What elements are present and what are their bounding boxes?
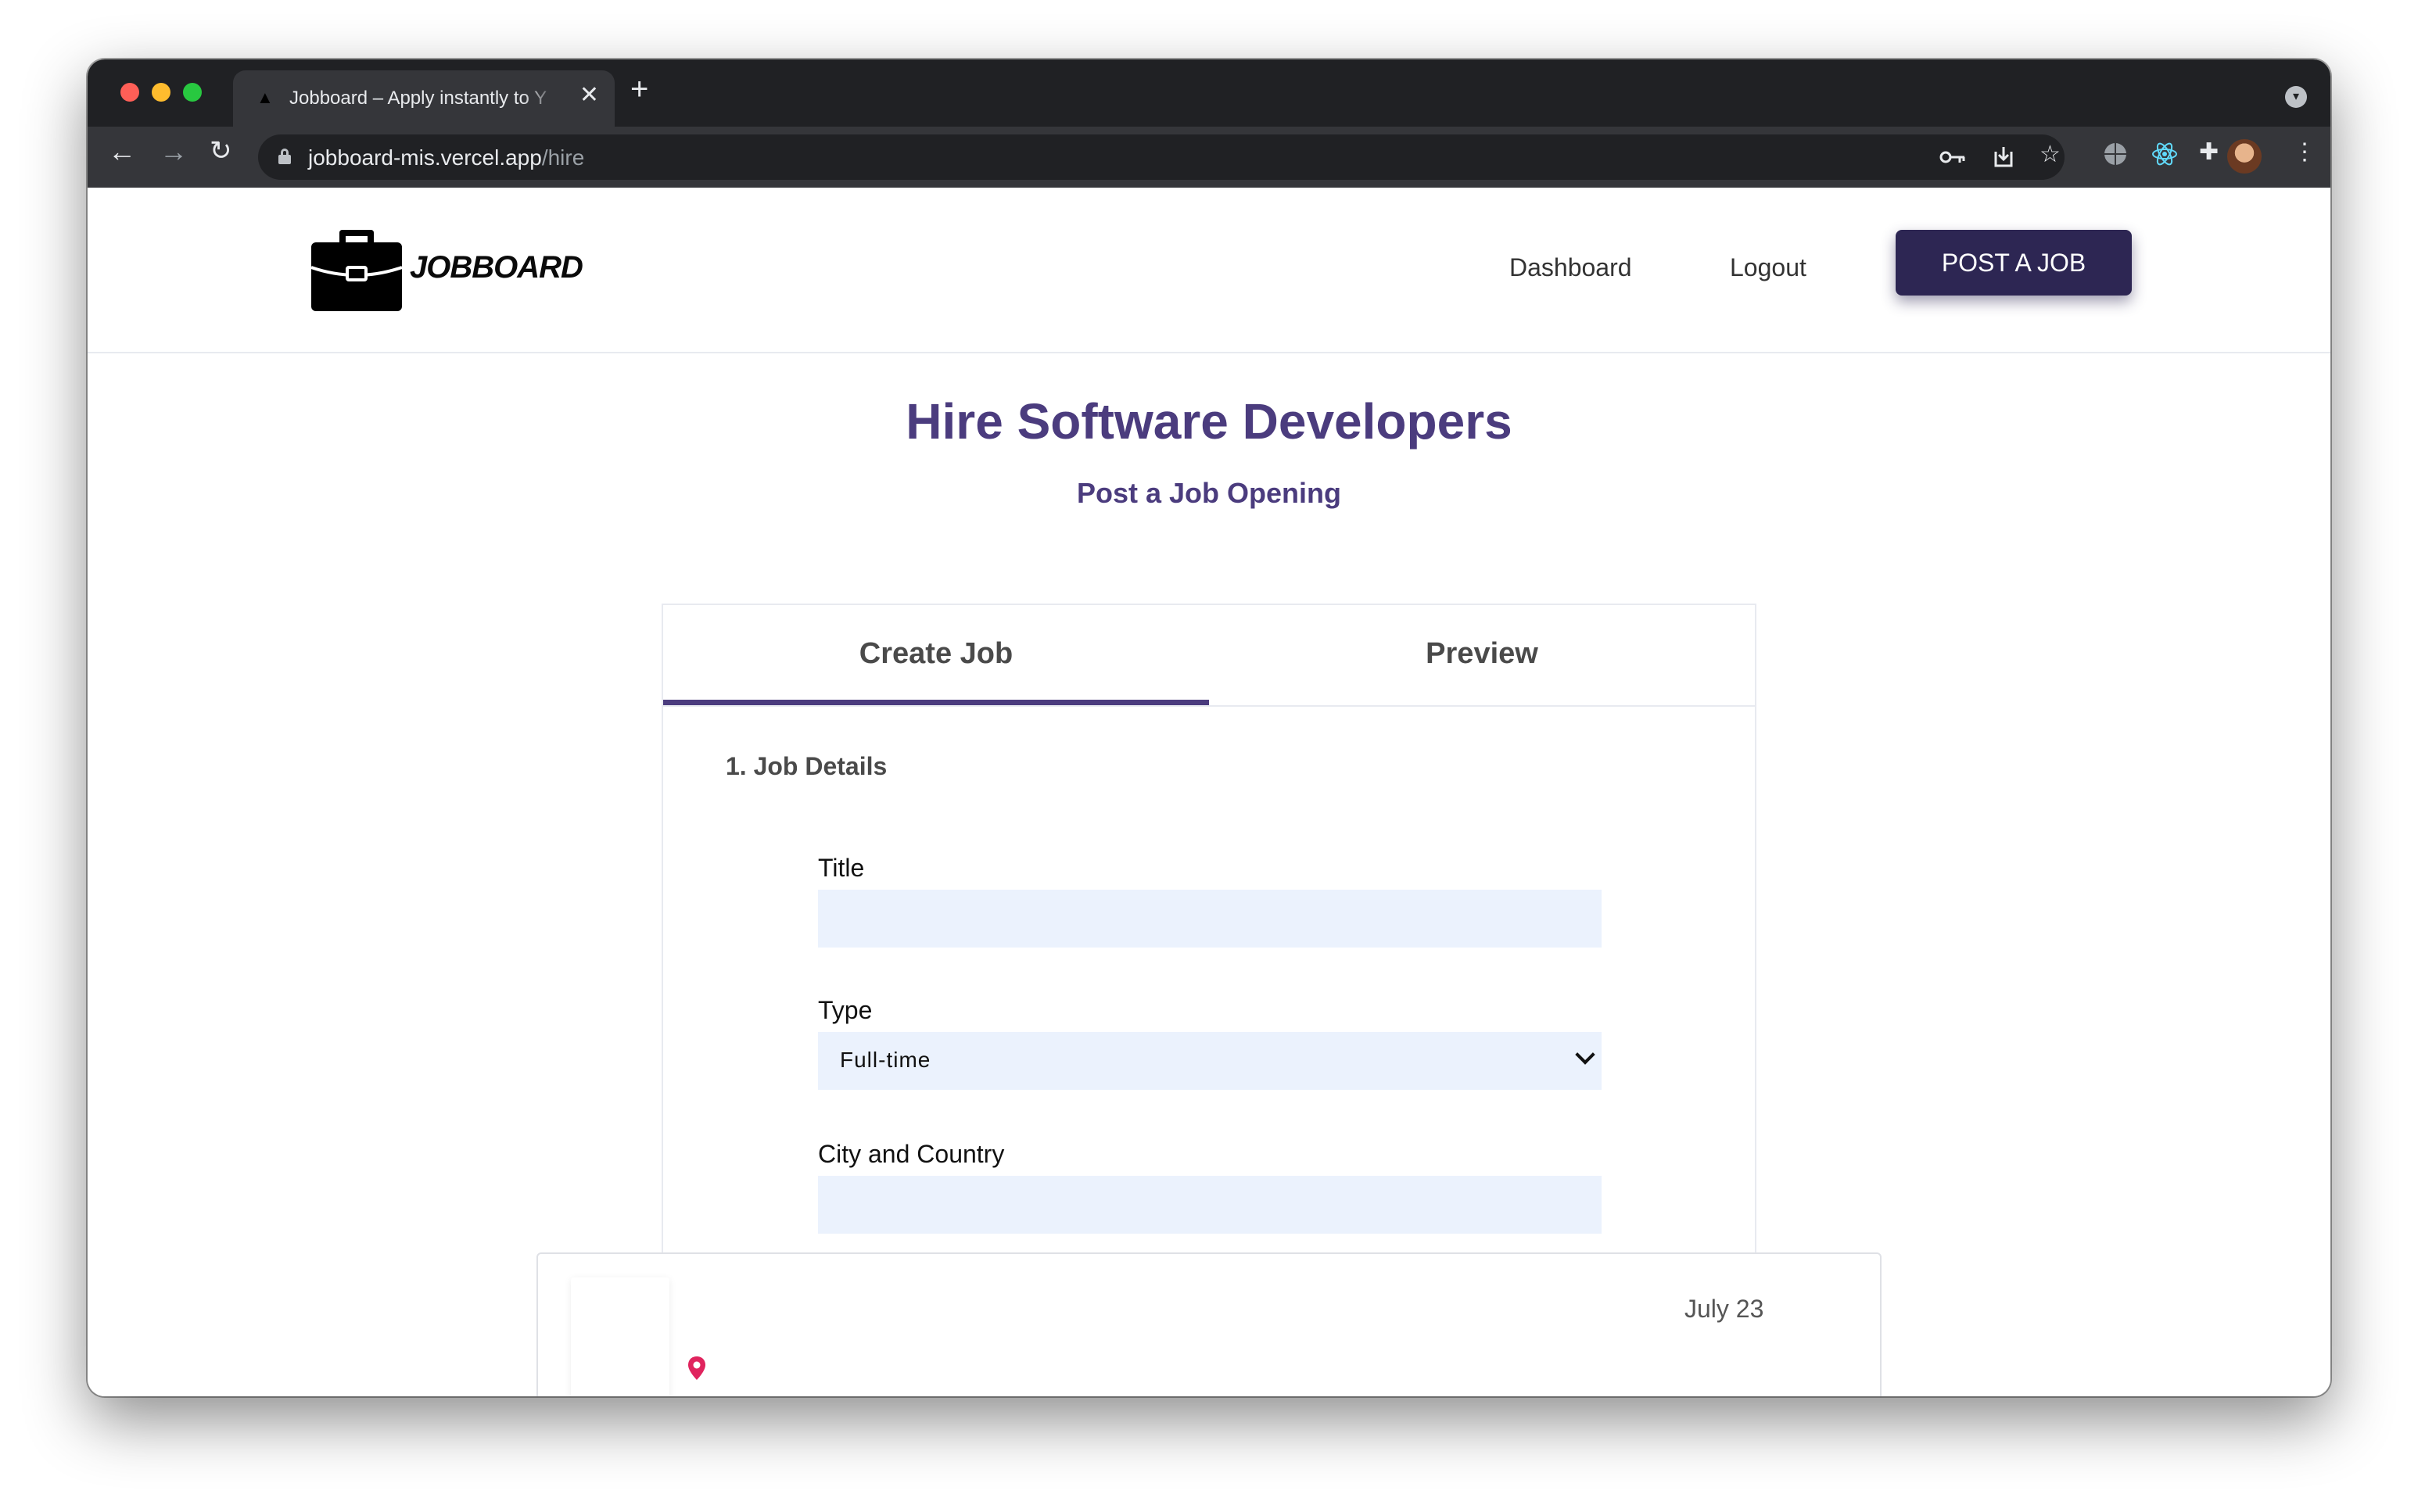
- profile-avatar[interactable]: [2227, 139, 2262, 174]
- back-arrow-icon[interactable]: ←: [108, 138, 136, 166]
- globe-icon[interactable]: [2102, 141, 2129, 167]
- react-devtools-icon[interactable]: [2151, 141, 2179, 167]
- browser-toolbar: ← → ↻ jobboard-mis.vercel.app/hire ☆ ✚ ⋮: [88, 127, 2330, 188]
- location-label: City and Country: [818, 1140, 1005, 1168]
- location-pin-icon: [688, 1356, 705, 1380]
- star-icon[interactable]: ☆: [2040, 141, 2061, 168]
- minimize-window-button[interactable]: [152, 83, 170, 102]
- forward-arrow-icon[interactable]: →: [160, 138, 188, 166]
- new-tab-button[interactable]: +: [630, 73, 648, 105]
- title-input[interactable]: [818, 890, 1602, 948]
- tab-preview[interactable]: Preview: [1209, 605, 1755, 705]
- tab-search-icon[interactable]: ▾: [2285, 86, 2307, 108]
- post-a-job-button[interactable]: POST A JOB: [1896, 230, 2132, 296]
- lock-icon[interactable]: [278, 149, 291, 164]
- title-label: Title: [818, 854, 865, 882]
- favicon-icon: ▲: [257, 88, 274, 107]
- browser-tab[interactable]: ▲ Jobboard – Apply instantly to Y ✕: [233, 70, 615, 127]
- location-input[interactable]: [818, 1176, 1602, 1234]
- page-viewport: JOBBOARD Dashboard Logout POST A JOB Hir…: [88, 188, 2330, 1396]
- type-select[interactable]: Full-time: [818, 1032, 1602, 1090]
- browser-window: ▲ Jobboard – Apply instantly to Y ✕ + ▾ …: [88, 59, 2330, 1396]
- site-header: JOBBOARD Dashboard Logout POST A JOB: [88, 188, 2330, 353]
- reload-icon[interactable]: ↻: [210, 138, 232, 164]
- tab-bar: ▲ Jobboard – Apply instantly to Y ✕ + ▾: [88, 59, 2330, 127]
- key-icon[interactable]: [1939, 149, 1966, 166]
- maximize-window-button[interactable]: [183, 83, 202, 102]
- tab-close-icon[interactable]: ✕: [579, 81, 599, 109]
- nav-logout-link[interactable]: Logout: [1730, 253, 1806, 282]
- close-window-button[interactable]: [120, 83, 139, 102]
- chevron-down-icon: [1575, 1044, 1595, 1065]
- section-title: 1. Job Details: [726, 752, 888, 780]
- page-subtitle: Post a Job Opening: [1076, 477, 1342, 509]
- install-icon[interactable]: [1993, 145, 2014, 169]
- job-preview-card[interactable]: July 23: [536, 1252, 1882, 1396]
- page-title: Hire Software Developers: [906, 393, 1512, 450]
- form-tabs: Create Job Preview: [663, 605, 1755, 707]
- tab-create-job[interactable]: Create Job: [663, 605, 1209, 705]
- job-date: July 23: [1684, 1295, 1764, 1323]
- extensions-icon[interactable]: ✚: [2199, 141, 2219, 164]
- briefcase-logo-icon[interactable]: [311, 227, 402, 311]
- url-text[interactable]: jobboard-mis.vercel.app/hire: [308, 145, 584, 170]
- address-bar[interactable]: jobboard-mis.vercel.app/hire ☆: [258, 134, 2065, 180]
- type-label: Type: [818, 996, 873, 1024]
- company-logo-placeholder: [571, 1277, 669, 1396]
- logo-text[interactable]: JOBBOARD: [410, 250, 583, 285]
- more-menu-icon[interactable]: ⋮: [2293, 141, 2316, 164]
- type-select-value: Full-time: [840, 1048, 931, 1072]
- tab-title: Jobboard – Apply instantly to Y: [289, 88, 547, 109]
- nav-dashboard-link[interactable]: Dashboard: [1509, 253, 1632, 282]
